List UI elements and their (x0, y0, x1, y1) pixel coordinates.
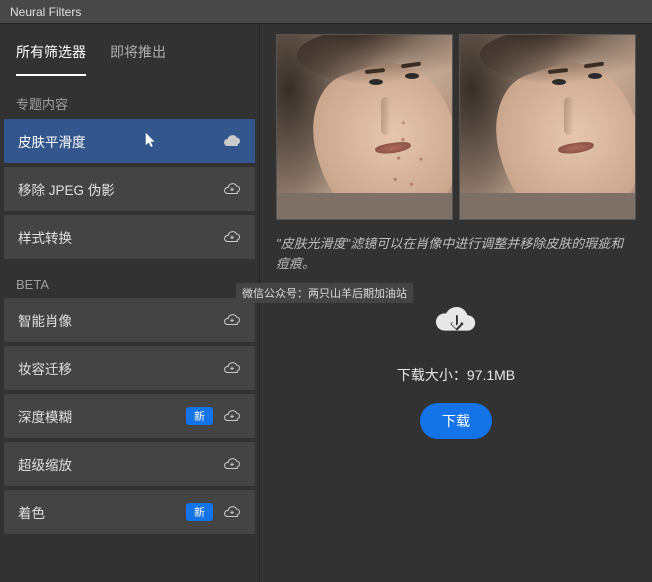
filter-label: 妆容迁移 (18, 358, 223, 378)
filter-jpeg-artifacts[interactable]: 移除 JPEG 伪影 (4, 167, 255, 211)
section-header-beta: BETA (0, 259, 259, 298)
preview-before (276, 34, 453, 220)
watermark-text: 微信公众号：两只山羊后期加油站 (236, 283, 413, 303)
filter-description: "皮肤光滑度"滤镜可以在肖像中进行调整并移除皮肤的瑕疵和痘痕。 (276, 234, 636, 273)
badge-new: 新 (186, 407, 213, 425)
filter-super-zoom[interactable]: 超级缩放 (4, 442, 255, 486)
filter-label: 超级缩放 (18, 454, 223, 474)
featured-filter-list: 皮肤平滑度 移除 JPEG 伪影 样式转换 (0, 119, 259, 259)
download-block: 下载大小：97.1MB 下载 (276, 301, 636, 439)
filter-skin-smoothing[interactable]: 皮肤平滑度 (4, 119, 255, 163)
tab-coming-soon[interactable]: 即将推出 (110, 42, 166, 76)
section-header-featured: 专题内容 (0, 76, 259, 119)
cloud-download-icon[interactable] (223, 228, 241, 246)
badge-new: 新 (186, 503, 213, 521)
filter-style-transfer[interactable]: 样式转换 (4, 215, 255, 259)
cloud-download-icon[interactable] (223, 180, 241, 198)
download-size-label: 下载大小：97.1MB (397, 365, 515, 385)
cursor-pointer-icon (144, 132, 158, 150)
filter-label: 样式转换 (18, 227, 223, 247)
filter-makeup-transfer[interactable]: 妆容迁移 (4, 346, 255, 390)
tab-all-filters[interactable]: 所有筛选器 (16, 42, 86, 76)
cloud-download-icon[interactable] (223, 132, 241, 150)
preview-pair (276, 34, 636, 220)
filter-smart-portrait[interactable]: 智能肖像 (4, 298, 255, 342)
right-panel: "皮肤光滑度"滤镜可以在肖像中进行调整并移除皮肤的瑕疵和痘痕。 下载大小：97.… (260, 24, 652, 582)
cloud-download-icon[interactable] (223, 359, 241, 377)
window-title-bar: Neural Filters (0, 0, 652, 24)
cloud-download-icon[interactable] (223, 455, 241, 473)
filter-label: 移除 JPEG 伪影 (18, 179, 223, 199)
filter-depth-blur[interactable]: 深度模糊 新 (4, 394, 255, 438)
cloud-download-icon[interactable] (223, 503, 241, 521)
filter-label: 皮肤平滑度 (18, 131, 223, 151)
cloud-download-icon[interactable] (223, 311, 241, 329)
filter-label: 深度模糊 (18, 406, 186, 426)
beta-filter-list: 智能肖像 妆容迁移 深度模糊 新 超级缩放 着色 新 (0, 298, 259, 534)
left-panel: 所有筛选器 即将推出 专题内容 皮肤平滑度 移除 JPEG 伪影 (0, 24, 260, 582)
cloud-download-icon[interactable] (223, 407, 241, 425)
cloud-download-large-icon (433, 301, 479, 347)
window-title: Neural Filters (10, 5, 81, 19)
filter-colorize[interactable]: 着色 新 (4, 490, 255, 534)
download-button[interactable]: 下载 (420, 403, 492, 439)
preview-after (459, 34, 636, 220)
filter-label: 着色 (18, 502, 186, 522)
filter-label: 智能肖像 (18, 310, 223, 330)
filter-tabs: 所有筛选器 即将推出 (0, 24, 259, 76)
